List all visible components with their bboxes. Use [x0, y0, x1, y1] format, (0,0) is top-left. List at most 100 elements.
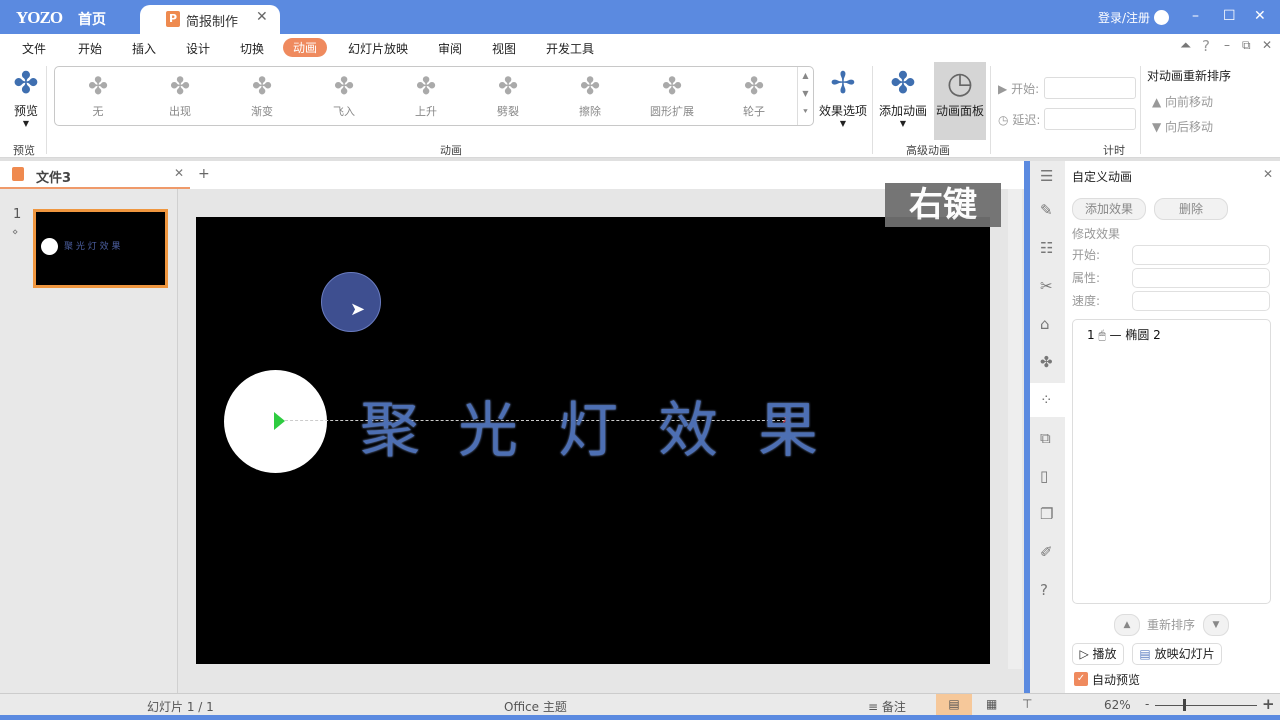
help-circle-icon[interactable]: ? — [1040, 581, 1048, 599]
sorter-view-button[interactable]: ▦ — [986, 697, 997, 711]
move-earlier-button[interactable]: ▲ 向前移动 — [1152, 93, 1213, 110]
add-effect-button[interactable]: 添加效果 — [1072, 198, 1146, 220]
auto-preview-checkbox[interactable]: ✓ — [1074, 672, 1088, 686]
collapse-ribbon-icon[interactable]: ⏶ — [1180, 38, 1191, 54]
menu-design[interactable]: 设计 — [186, 40, 210, 57]
maximize-button[interactable]: ☐ — [1223, 8, 1236, 24]
reorder-up-button[interactable]: ▲ — [1114, 614, 1140, 636]
pinwheel-icon: ✤ — [251, 72, 273, 100]
animation-pane-icon: ◷ — [946, 66, 974, 101]
slide-thumbnail[interactable]: 聚 光 灯 效 果 — [33, 209, 168, 288]
menu-view[interactable]: 视图 — [492, 40, 516, 57]
pinwheel-icon[interactable]: ✤ — [1040, 353, 1053, 371]
edit-icon[interactable]: ✐ — [1040, 543, 1053, 561]
pinwheel-icon: ✤ — [579, 72, 601, 100]
vertical-scrollbar[interactable] — [1008, 189, 1022, 669]
copy-icon[interactable]: ❐ — [1040, 505, 1053, 523]
close-tab-icon[interactable]: ✕ — [256, 9, 268, 25]
close-file-icon[interactable]: ✕ — [174, 166, 184, 180]
zoom-in-button[interactable]: + — [1262, 695, 1275, 713]
pen-icon[interactable]: ✎ — [1040, 201, 1053, 219]
menu-developer[interactable]: 开发工具 — [546, 40, 594, 57]
tools-icon[interactable]: ✂ — [1040, 277, 1053, 295]
anim-fly-in[interactable]: ✤ 飞入 — [309, 67, 379, 125]
anim-label: 劈裂 — [497, 105, 519, 118]
side-toolbar: ☰ ✎ ☷ ✂ ⌂ ✤ ⁘ ⧉ ▯ ❐ ✐ ? — [1030, 161, 1065, 693]
book-icon[interactable]: ▯ — [1040, 467, 1048, 485]
menu-review[interactable]: 审阅 — [438, 40, 462, 57]
new-tab-button[interactable]: + — [198, 166, 210, 182]
slideshow-button[interactable]: ▤ 放映幻灯片 — [1132, 643, 1222, 665]
resize-icon[interactable]: ⧉ — [1040, 429, 1051, 447]
grid-icon[interactable]: ⁘ — [1040, 391, 1053, 409]
start-dropdown[interactable] — [1132, 245, 1270, 265]
menu-transition[interactable]: 切换 — [240, 40, 264, 57]
speed-dropdown[interactable] — [1132, 291, 1270, 311]
delay-label: ◷ 延迟: — [998, 111, 1040, 128]
anim-circle[interactable]: ✤ 圆形扩展 — [637, 67, 707, 125]
menu-home[interactable]: 开始 — [78, 40, 102, 57]
anim-rise[interactable]: ✤ 上升 — [391, 67, 461, 125]
zoom-slider-thumb[interactable] — [1183, 699, 1186, 711]
menu-slideshow[interactable]: 幻灯片放映 — [348, 40, 408, 57]
play-button[interactable]: ▷ 播放 — [1072, 643, 1124, 665]
preview-label: 预览 — [13, 104, 38, 118]
pinwheel-icon: ✤ — [661, 72, 683, 100]
anim-label: 无 — [92, 105, 104, 118]
right-click-hint: 右键 — [885, 183, 1001, 227]
menu-lines-icon[interactable]: ☰ — [1040, 167, 1053, 185]
brush-icon[interactable]: ⌂ — [1040, 315, 1050, 333]
file-tab[interactable]: 文件3 ✕ — [0, 161, 190, 189]
effect-options-icon: ✢ — [830, 66, 856, 101]
anim-label: 出现 — [169, 105, 191, 118]
anim-wheel[interactable]: ✤ 轮子 — [719, 67, 789, 125]
login-link[interactable]: 登录/注册 — [1098, 9, 1169, 26]
doc-minimize-icon[interactable]: – — [1224, 38, 1230, 52]
zoom-out-button[interactable]: - — [1145, 697, 1149, 711]
anim-appear[interactable]: ✤ 出现 — [145, 67, 215, 125]
menu-animation[interactable]: 动画 — [283, 38, 328, 57]
anim-wipe[interactable]: ✤ 擦除 — [555, 67, 625, 125]
property-dropdown[interactable] — [1132, 268, 1270, 288]
document-tab-label: 简报制作 — [186, 15, 239, 30]
mouse-click-icon: 🖱 — [1098, 328, 1106, 342]
doc-restore-icon[interactable]: ⧉ — [1242, 38, 1251, 53]
pane-title: 自定义动画 — [1072, 170, 1133, 184]
anim-label: 擦除 — [579, 105, 601, 118]
slide-number: 1 — [13, 207, 22, 222]
gallery-scroll[interactable]: ▲ ▼ ⯆ — [797, 67, 813, 125]
anim-split[interactable]: ✤ 劈裂 — [473, 67, 543, 125]
menu-file[interactable]: 文件 — [22, 40, 46, 57]
user-icon — [1153, 10, 1169, 25]
reorder-down-button[interactable]: ▼ — [1203, 614, 1229, 636]
delete-button[interactable]: 删除 — [1154, 198, 1228, 220]
document-tab[interactable]: P 简报制作 ✕ — [140, 5, 280, 35]
help-icon[interactable]: ? — [1202, 37, 1210, 55]
slideshow-label: 放映幻灯片 — [1154, 647, 1215, 661]
anim-none[interactable]: ✤ 无 — [63, 67, 133, 125]
menu-insert[interactable]: 插入 — [132, 40, 156, 57]
title-bar: YOZO 首页 P 简报制作 ✕ 登录/注册 – ☐ ✕ — [0, 0, 1280, 35]
add-animation-button[interactable]: ✤ 添加动画 ▼ — [876, 66, 930, 128]
notes-button[interactable]: ≡ 备注 — [868, 698, 906, 715]
close-button[interactable]: ✕ — [1254, 8, 1266, 24]
close-pane-icon[interactable]: ✕ — [1263, 167, 1273, 181]
start-select[interactable] — [1044, 77, 1136, 99]
move-later-button[interactable]: ▼ 向后移动 — [1152, 118, 1213, 135]
thumb-title: 聚 光 灯 效 果 — [64, 242, 121, 252]
preview-button[interactable]: ✤ 预览 ▼ — [8, 66, 44, 128]
animation-list-item[interactable]: 1 🖱 — 椭圆 2 — [1087, 326, 1161, 343]
login-label: 登录/注册 — [1098, 11, 1151, 25]
reading-view-button[interactable]: ⊤ — [1022, 697, 1032, 711]
anim-fade[interactable]: ✤ 渐变 — [227, 67, 297, 125]
delay-input[interactable] — [1044, 108, 1136, 130]
minimize-button[interactable]: – — [1192, 8, 1199, 24]
sliders-icon[interactable]: ☷ — [1040, 239, 1053, 257]
home-tab[interactable]: 首页 — [78, 9, 106, 29]
effect-options-button[interactable]: ✢ 效果选项 ▼ — [816, 66, 870, 128]
effect-options-label: 效果选项 — [818, 104, 867, 118]
zoom-slider[interactable] — [1155, 705, 1257, 706]
doc-close-icon[interactable]: ✕ — [1262, 38, 1272, 52]
animation-pane-button[interactable]: ◷ 动画面板 — [934, 62, 986, 140]
normal-view-button[interactable]: ▤ — [936, 694, 972, 715]
